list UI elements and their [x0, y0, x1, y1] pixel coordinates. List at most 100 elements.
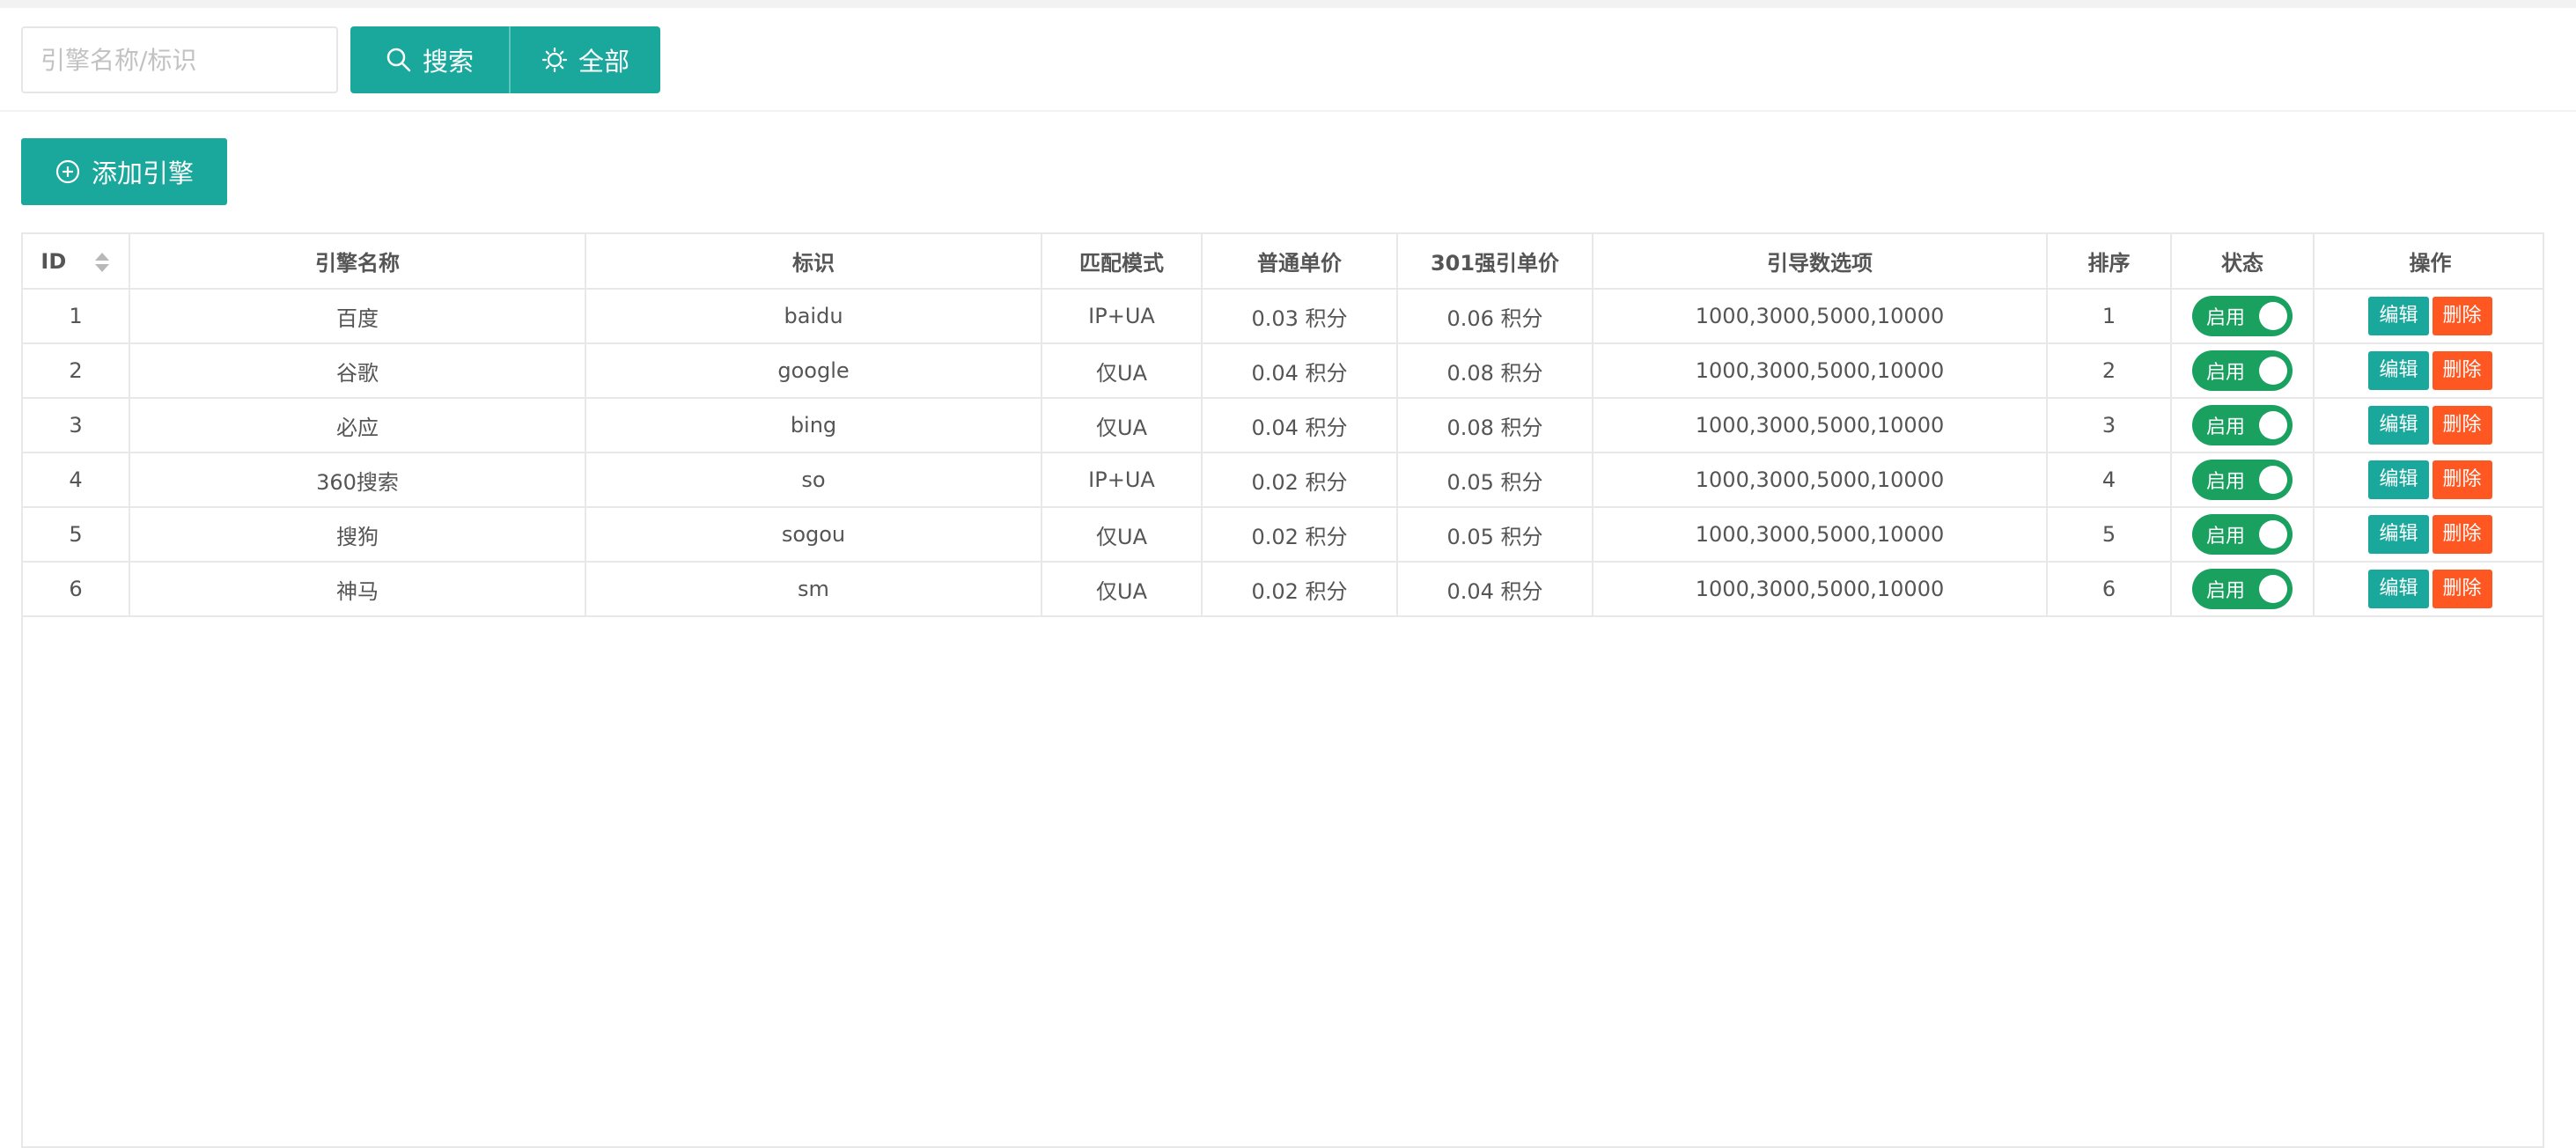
header-price: 普通单价 [1202, 234, 1398, 290]
delete-button[interactable]: 删除 [2432, 515, 2492, 554]
cell-name: 360搜索 [129, 453, 586, 508]
cell-id: 3 [23, 398, 130, 453]
edit-button[interactable]: 编辑 [2368, 570, 2429, 608]
switch-knob [2259, 575, 2287, 603]
table-row: 3 必应 bing 仅UA 0.04 积分 0.08 积分 1000,3000,… [23, 398, 2543, 453]
delete-button[interactable]: 删除 [2432, 570, 2492, 608]
cell-options: 1000,3000,5000,10000 [1593, 289, 2048, 344]
table-header-row: ID 引擎名称 标识 匹配模式 普通单价 301强引单价 引导数选项 排序 状态… [23, 234, 2543, 290]
cell-price301: 0.06 积分 [1397, 289, 1593, 344]
table-row: 4 360搜索 so IP+UA 0.02 积分 0.05 积分 1000,30… [23, 453, 2543, 508]
search-icon [386, 48, 411, 72]
header-key: 标识 [585, 234, 1042, 290]
status-switch[interactable]: 启用 [2192, 296, 2293, 336]
cell-price301: 0.08 积分 [1397, 343, 1593, 399]
cell-mode: IP+UA [1041, 289, 1203, 344]
header-mode: 匹配模式 [1041, 234, 1203, 290]
cell-id: 4 [23, 453, 130, 508]
add-circle-icon [55, 159, 80, 184]
cell-name: 搜狗 [129, 507, 586, 563]
cell-price301: 0.05 积分 [1397, 453, 1593, 508]
header-id[interactable]: ID [23, 234, 130, 290]
header-name: 引擎名称 [129, 234, 586, 290]
cell-name: 必应 [129, 398, 586, 453]
edit-button[interactable]: 编辑 [2368, 297, 2429, 335]
header-actions: 操作 [2314, 234, 2543, 290]
cell-key: baidu [585, 289, 1042, 344]
cell-key: so [585, 453, 1042, 508]
cell-price301: 0.04 积分 [1397, 562, 1593, 617]
cell-options: 1000,3000,5000,10000 [1593, 562, 2048, 617]
cell-status: 启用 [2171, 507, 2315, 563]
cell-actions: 编辑 删除 [2314, 562, 2543, 617]
cell-sort: 2 [2047, 343, 2172, 399]
cell-sort: 4 [2047, 453, 2172, 508]
delete-button[interactable]: 删除 [2432, 406, 2492, 445]
switch-knob [2259, 357, 2287, 385]
cell-key: sogou [585, 507, 1042, 563]
cell-actions: 编辑 删除 [2314, 398, 2543, 453]
edit-button[interactable]: 编辑 [2368, 406, 2429, 445]
cell-price: 0.04 积分 [1202, 398, 1398, 453]
edit-button[interactable]: 编辑 [2368, 515, 2429, 554]
add-engine-button[interactable]: 添加引擎 [21, 138, 227, 205]
header-options: 引导数选项 [1593, 234, 2048, 290]
status-switch-label: 启用 [2206, 307, 2246, 329]
cell-options: 1000,3000,5000,10000 [1593, 453, 2048, 508]
switch-knob [2259, 411, 2287, 439]
cell-id: 1 [23, 289, 130, 344]
cell-sort: 6 [2047, 562, 2172, 617]
status-switch[interactable]: 启用 [2192, 350, 2293, 391]
cell-price: 0.03 积分 [1202, 289, 1398, 344]
status-switch-label: 启用 [2206, 580, 2246, 602]
sort-icon[interactable] [93, 251, 111, 274]
cell-price301: 0.08 积分 [1397, 398, 1593, 453]
cell-options: 1000,3000,5000,10000 [1593, 343, 2048, 399]
cell-status: 启用 [2171, 343, 2315, 399]
delete-button[interactable]: 删除 [2432, 297, 2492, 335]
edit-button[interactable]: 编辑 [2368, 460, 2429, 499]
status-switch[interactable]: 启用 [2192, 514, 2293, 555]
cell-options: 1000,3000,5000,10000 [1593, 398, 2048, 453]
cell-id: 6 [23, 562, 130, 617]
cell-mode: 仅UA [1041, 343, 1203, 399]
edit-button[interactable]: 编辑 [2368, 351, 2429, 390]
cell-id: 2 [23, 343, 130, 399]
cell-id: 5 [23, 507, 130, 563]
cell-sort: 3 [2047, 398, 2172, 453]
delete-button[interactable]: 删除 [2432, 351, 2492, 390]
cell-name: 百度 [129, 289, 586, 344]
cell-sort: 1 [2047, 289, 2172, 344]
switch-knob [2259, 466, 2287, 494]
search-button[interactable]: 搜索 [350, 26, 511, 93]
cell-key: bing [585, 398, 1042, 453]
status-switch-label: 启用 [2206, 362, 2246, 384]
sun-icon [541, 47, 568, 73]
header-status: 状态 [2171, 234, 2315, 290]
cell-price: 0.02 积分 [1202, 453, 1398, 508]
all-button[interactable]: 全部 [511, 26, 660, 93]
status-switch-label: 启用 [2206, 526, 2246, 548]
cell-options: 1000,3000,5000,10000 [1593, 507, 2048, 563]
top-strip [0, 0, 2576, 8]
table-row: 1 百度 baidu IP+UA 0.03 积分 0.06 积分 1000,30… [23, 289, 2543, 344]
search-button-group: 搜索 全部 [350, 26, 660, 93]
delete-button[interactable]: 删除 [2432, 460, 2492, 499]
switch-knob [2259, 520, 2287, 548]
cell-status: 启用 [2171, 453, 2315, 508]
cell-mode: 仅UA [1041, 562, 1203, 617]
status-switch[interactable]: 启用 [2192, 569, 2293, 609]
status-switch[interactable]: 启用 [2192, 405, 2293, 445]
cell-status: 启用 [2171, 398, 2315, 453]
cell-key: google [585, 343, 1042, 399]
all-button-label: 全部 [578, 47, 629, 77]
cell-sort: 5 [2047, 507, 2172, 563]
cell-price: 0.02 积分 [1202, 507, 1398, 563]
cell-actions: 编辑 删除 [2314, 507, 2543, 563]
status-switch[interactable]: 启用 [2192, 460, 2293, 500]
status-switch-label: 启用 [2206, 416, 2246, 438]
search-input[interactable] [21, 26, 338, 93]
cell-mode: 仅UA [1041, 507, 1203, 563]
cell-price301: 0.05 积分 [1397, 507, 1593, 563]
cell-price: 0.02 积分 [1202, 562, 1398, 617]
